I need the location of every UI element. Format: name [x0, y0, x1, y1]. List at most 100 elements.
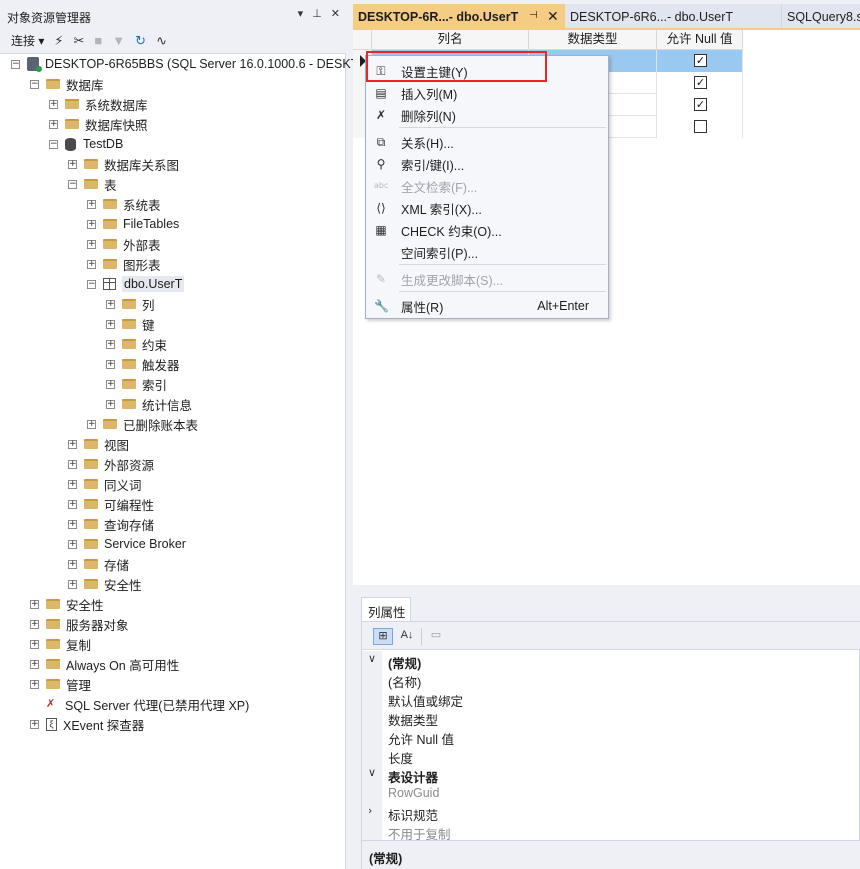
property-row[interactable]: 不用于复制 — [362, 822, 860, 840]
tree-node[interactable]: + 服务器对象 — [30, 614, 129, 634]
allow-null-checkbox[interactable] — [694, 120, 707, 133]
property-row[interactable]: 长度 — [362, 746, 860, 766]
tree-node[interactable]: + 索引 — [106, 374, 167, 394]
expand-icon[interactable]: + — [106, 319, 115, 329]
tree-node[interactable]: + Service Broker — [68, 534, 186, 554]
collapse-icon[interactable]: − — [68, 179, 77, 189]
allow-null-checkbox[interactable]: ✓ — [694, 54, 707, 67]
expand-icon[interactable]: + — [30, 639, 39, 649]
tree-node[interactable]: ✗ SQL Server 代理(已禁用代理 XP) — [30, 694, 249, 714]
expand-icon[interactable]: + — [68, 559, 77, 569]
menu-item-xml-index-item[interactable]: ⟨⟩ XML 索引(X)... — [367, 197, 607, 219]
tab-sqlquery[interactable]: SQLQuery8.sql — [782, 4, 860, 28]
expand-icon[interactable]: + — [106, 339, 115, 349]
tree-node[interactable]: + 系统数据库 — [49, 94, 148, 114]
pin-icon[interactable]: ⊣ — [529, 10, 538, 21]
pin-icon[interactable]: ⊥ — [312, 7, 322, 20]
close-icon[interactable]: ✕ — [331, 7, 340, 20]
menu-item-insert-column-item[interactable]: ▤ 插入列(M) — [367, 82, 607, 104]
expand-icon[interactable]: + — [68, 479, 77, 489]
expand-icon[interactable]: + — [106, 379, 115, 389]
property-row[interactable]: 允许 Null 值 — [362, 727, 860, 747]
tree-node[interactable]: − 数据库 — [30, 74, 104, 94]
tree-node[interactable]: + Always On 高可用性 — [30, 654, 179, 674]
expand-icon[interactable]: + — [68, 539, 77, 549]
tree-node[interactable]: + 统计信息 — [106, 394, 192, 414]
property-row[interactable]: 默认值或绑定 — [362, 689, 860, 709]
expand-icon[interactable]: + — [68, 459, 77, 469]
expand-icon[interactable]: + — [87, 199, 96, 209]
menu-item-properties-item[interactable]: 🔧 属性(R) Alt+Enter — [367, 295, 607, 317]
expand-icon[interactable]: + — [87, 219, 96, 229]
tree-node[interactable]: + 约束 — [106, 334, 167, 354]
tree-node[interactable]: + 外部表 — [87, 234, 161, 254]
tree-node[interactable]: + 同义词 — [68, 474, 142, 494]
tree-node[interactable]: + 系统表 — [87, 194, 161, 214]
collapse-icon[interactable]: − — [49, 139, 58, 149]
expand-icon[interactable]: + — [30, 679, 39, 689]
expand-icon[interactable]: + — [68, 579, 77, 589]
tree-node[interactable]: + 已删除账本表 — [87, 414, 198, 434]
tree-node[interactable]: + 外部资源 — [68, 454, 154, 474]
menu-item-generate-change-script-item[interactable]: ✎ 生成更改脚本(S)... — [367, 268, 607, 290]
filter-icon[interactable]: ▼ — [112, 33, 125, 48]
menu-item-relationships-item[interactable]: ⧉ 关系(H)... — [367, 131, 607, 153]
column-header-allow-null[interactable]: 允许 Null 值 — [657, 30, 743, 50]
dropdown-icon[interactable]: ▾ — [298, 7, 304, 20]
expand-icon[interactable]: + — [106, 299, 115, 309]
property-category[interactable]: ∨ 表设计器 — [362, 765, 860, 785]
expand-icon[interactable]: + — [68, 499, 77, 509]
stop-icon[interactable]: ■ — [94, 33, 102, 48]
column-header-name[interactable]: 列名 — [372, 30, 529, 50]
tree-node[interactable]: + 键 — [106, 314, 155, 334]
tree-node[interactable]: + 安全性 — [30, 594, 104, 614]
tab-dbo-usert-second[interactable]: DESKTOP-6R6...- dbo.UserT — [565, 4, 782, 28]
collapse-icon[interactable]: − — [30, 79, 39, 89]
refresh-icon[interactable]: ↻ — [135, 33, 146, 49]
property-row[interactable]: RowGuid — [362, 784, 860, 803]
disconnect-icon[interactable]: ✂ — [74, 33, 85, 49]
property-row[interactable]: (名称) — [362, 670, 860, 690]
allow-null-checkbox[interactable]: ✓ — [694, 76, 707, 89]
activity-monitor-icon[interactable]: ∿ — [156, 33, 167, 49]
tree-node[interactable]: + 触发器 — [106, 354, 180, 374]
property-row[interactable]: › 标识规范 — [362, 803, 860, 823]
tree-node[interactable]: − 表 — [68, 174, 117, 194]
tree-node[interactable]: + 图形表 — [87, 254, 161, 274]
connect-plug-icon[interactable]: ⚡ — [54, 33, 63, 49]
tree-node[interactable]: + 安全性 — [68, 574, 142, 594]
expand-icon[interactable]: + — [49, 119, 58, 129]
tree-node[interactable]: + 查询存储 — [68, 514, 154, 534]
tree-node[interactable]: − dbo.UserT — [87, 274, 185, 294]
menu-item-delete-column-item[interactable]: ✗ 删除列(N) — [367, 104, 607, 126]
allow-null-checkbox[interactable]: ✓ — [694, 98, 707, 111]
close-icon[interactable]: ✕ — [547, 8, 559, 25]
tab-dbo-usert-design[interactable]: DESKTOP-6R...- dbo.UserT ⊣ ✕ — [353, 4, 565, 28]
tree-node[interactable]: + 数据库快照 — [49, 114, 148, 134]
expand-icon[interactable]: + — [49, 99, 58, 109]
expand-icon[interactable]: + — [30, 599, 39, 609]
expand-icon[interactable]: + — [30, 719, 39, 729]
connect-button[interactable]: 连接 ▾ — [11, 32, 44, 49]
expand-caret-icon[interactable]: › — [368, 804, 372, 817]
expand-icon[interactable]: + — [30, 659, 39, 669]
expand-icon[interactable]: + — [87, 419, 96, 429]
property-row[interactable]: 数据类型 — [362, 708, 860, 728]
expand-icon[interactable]: + — [106, 359, 115, 369]
expand-icon[interactable]: + — [106, 399, 115, 409]
tree-node[interactable]: + 列 — [106, 294, 155, 314]
expand-icon[interactable]: + — [68, 159, 77, 169]
property-category[interactable]: ∨ (常规) — [362, 651, 860, 671]
tree-node[interactable]: + 复制 — [30, 634, 91, 654]
menu-item-spatial-indexes-item[interactable]: 空间索引(P)... — [367, 241, 607, 263]
tree-node[interactable]: + 管理 — [30, 674, 91, 694]
expand-icon[interactable]: + — [30, 619, 39, 629]
menu-item-fulltext-index-item[interactable]: abc 全文检索(F)... — [367, 175, 607, 197]
collapse-caret-icon[interactable]: ∨ — [368, 652, 376, 665]
expand-icon[interactable]: + — [68, 519, 77, 529]
expand-icon[interactable]: + — [87, 239, 96, 249]
collapse-caret-icon[interactable]: ∨ — [368, 766, 376, 779]
column-header-type[interactable]: 数据类型 — [529, 30, 657, 50]
expand-icon[interactable]: + — [87, 259, 96, 269]
menu-item-check-constraints-item[interactable]: ▦ CHECK 约束(O)... — [367, 219, 607, 241]
